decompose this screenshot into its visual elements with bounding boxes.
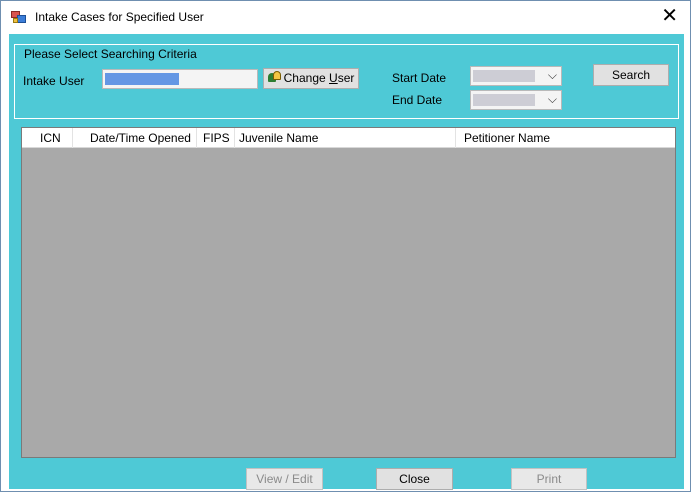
end-date-picker[interactable]: ⌵ [470,90,562,110]
column-header-petitioner-name[interactable]: Petitioner Name [456,128,675,148]
start-date-label: Start Date [392,71,447,85]
intake-user-field[interactable] [102,69,258,89]
intake-cases-window: Intake Cases for Specified User ✕ Please… [0,0,691,492]
search-button[interactable]: Search [593,64,669,86]
end-date-label: End Date [392,93,443,107]
column-header-fips[interactable]: FIPS [197,128,235,148]
search-criteria-legend: Please Select Searching Criteria [22,47,199,61]
form-client-area: Please Select Searching Criteria Intake … [9,34,684,490]
redacted-start-date [473,70,535,82]
intake-user-label: Intake User [23,74,85,88]
view-edit-button[interactable]: View / Edit [246,468,323,490]
column-header-juvenile-name[interactable]: Juvenile Name [235,128,456,148]
chevron-down-icon[interactable]: ⌵ [548,92,557,107]
change-user-label: Change User [283,71,355,85]
close-icon[interactable]: ✕ [661,5,678,27]
title-bar[interactable]: Intake Cases for Specified User ✕ [1,1,690,34]
print-button[interactable]: Print [511,468,587,490]
app-window-icon [11,10,27,24]
chevron-down-icon[interactable]: ⌵ [548,68,557,83]
window-title: Intake Cases for Specified User [35,10,204,24]
users-icon [267,71,282,83]
close-button[interactable]: Close [376,468,453,490]
change-user-button[interactable]: Change User [263,68,359,89]
search-criteria-group: Please Select Searching Criteria Intake … [14,44,679,119]
grid-header-row: ICN Date/Time Opened FIPS Juvenile Name … [22,128,675,148]
start-date-picker[interactable]: ⌵ [470,66,562,86]
redacted-user-value [105,73,179,85]
intake-cases-grid[interactable]: ICN Date/Time Opened FIPS Juvenile Name … [21,127,676,458]
redacted-end-date [473,94,535,106]
column-header-icn[interactable]: ICN [22,128,73,148]
column-header-date-time-opened[interactable]: Date/Time Opened [73,128,197,148]
